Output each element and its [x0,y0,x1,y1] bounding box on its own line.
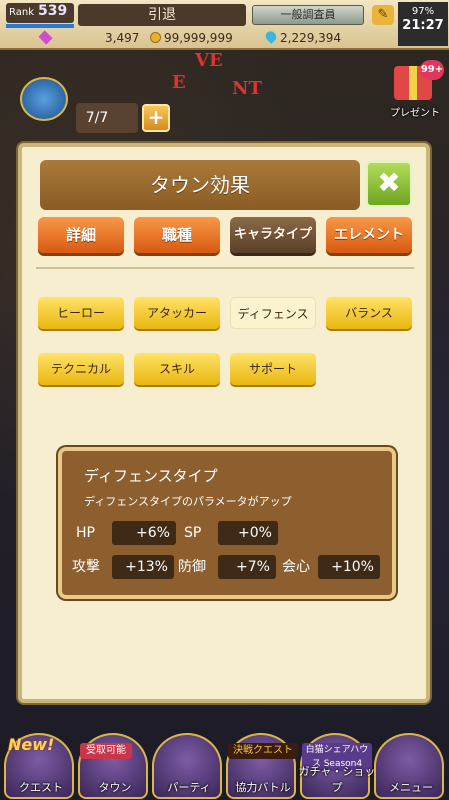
type-hero-button[interactable]: ヒーロー [38,297,124,329]
present-count-badge: 99+ [420,60,444,80]
stat-value: +10% [318,555,380,579]
new-badge: New! [8,735,55,754]
status-bar: Rank 539 引退 一般調査員 ✎ 97% 21:27 3,497 99,99… [0,0,449,50]
stat-label: 防御 [178,559,206,575]
nav-coop-battle[interactable]: 決戦クエスト 協力バトル [226,733,298,799]
coin-counter: 99,999,999 [150,30,233,46]
clock-time: 21:27 [402,18,444,33]
event-letters-2: E [172,72,186,93]
type-balance-button[interactable]: バランス [326,297,412,329]
nav-label: パーティ [167,781,211,794]
stat-label: HP [76,525,95,541]
present-label: プレゼント [390,108,440,119]
drop-counter: 2,229,394 [263,29,342,46]
stat-label: SP [184,525,202,541]
nav-gacha-shop[interactable]: 白猫シェアハウス Season4 ガチャ・ショップ [299,733,375,799]
stat-critical: 会心 +10% [282,555,392,579]
stamina-value: 7/7 [76,103,138,133]
category-tabs: 詳細 職種 キャラタイプ エレメント [38,217,418,257]
tab-chara-type[interactable]: キャラタイプ [230,217,316,253]
nav-label: ガチャ・ショップ [298,765,376,794]
stat-label: 会心 [282,559,310,575]
stat-value: +7% [218,555,276,579]
bottom-navigation: New! クエスト 受取可能 タウン パーティ 決戦クエスト 協力バトル 白猫シ… [0,725,449,800]
claimable-badge: 受取可能 [80,743,132,759]
player-name[interactable]: 引退 [78,4,246,26]
divider [36,267,414,269]
nav-party[interactable]: パーティ [152,733,222,799]
present-button[interactable]: 99+ プレゼント [384,60,446,124]
type-skill-button[interactable]: スキル [134,353,220,385]
gem-icon [38,30,53,45]
stat-sp: SP +0% [184,521,294,545]
stat-hp: HP +6% [76,521,186,545]
info-description: ディフェンスタイプのパラメータがアップ [84,495,292,508]
gem-value: 3,497 [105,31,140,45]
nav-label: タウン [98,781,132,794]
coin-value: 99,999,999 [164,31,233,45]
event-banner[interactable]: VE E NT [170,50,280,110]
coin-icon [150,32,161,43]
rank-box: Rank 539 [6,3,74,23]
type-attacker-button[interactable]: アタッカー [134,297,220,329]
title-badge[interactable]: 一般調査員 [252,5,364,25]
gem-counter: 3,497 [38,30,140,46]
tab-details[interactable]: 詳細 [38,217,124,253]
rank-label: Rank [9,7,34,18]
decisive-quest-badge: 決戦クエスト [228,743,298,759]
nav-label: メニュー [389,781,433,794]
battery-percent: 97% [411,6,435,17]
rank-exp-bar [6,24,74,28]
drop-icon [263,29,279,44]
type-technical-button[interactable]: テクニカル [38,353,124,385]
nav-quest[interactable]: New! クエスト [4,733,74,799]
dialog-title: タウン効果 [40,160,360,210]
nav-town[interactable]: 受取可能 タウン [78,733,148,799]
stamina-widget: 7/7 + [10,75,170,133]
info-title: ディフェンスタイプ [84,467,218,485]
stat-value: +6% [112,521,176,545]
stamina-plus-button[interactable]: + [142,104,170,132]
town-effect-dialog: タウン効果 ✖ 詳細 職種 キャラタイプ エレメント ヒーロー アタッカー ディ… [18,143,430,703]
stamina-character-icon [20,77,68,121]
effect-info-panel: ディフェンスタイプ ディフェンスタイプのパラメータがアップ HP +6% SP … [58,447,396,599]
nav-label: 協力バトル [235,781,291,794]
type-defense-button[interactable]: ディフェンス [230,297,316,329]
event-letters-1: VE [195,50,223,71]
stat-defense: 防御 +7% [178,555,278,579]
drop-value: 2,229,394 [280,31,342,45]
rank-value: 539 [38,3,68,19]
edit-pencil-icon[interactable]: ✎ [372,5,394,25]
stat-value: +13% [112,555,174,579]
nav-menu[interactable]: メニュー [374,733,444,799]
stat-label: 攻撃 [72,559,100,575]
tab-job[interactable]: 職種 [134,217,220,253]
device-status: 97% 21:27 [398,2,448,46]
nav-label: クエスト [19,781,63,794]
type-support-button[interactable]: サポート [230,353,316,385]
close-button[interactable]: ✖ [365,160,413,208]
event-letters-3: NT [232,78,262,99]
stat-attack: 攻撃 +13% [72,555,182,579]
tab-element[interactable]: エレメント [326,217,412,253]
stat-value: +0% [218,521,278,545]
